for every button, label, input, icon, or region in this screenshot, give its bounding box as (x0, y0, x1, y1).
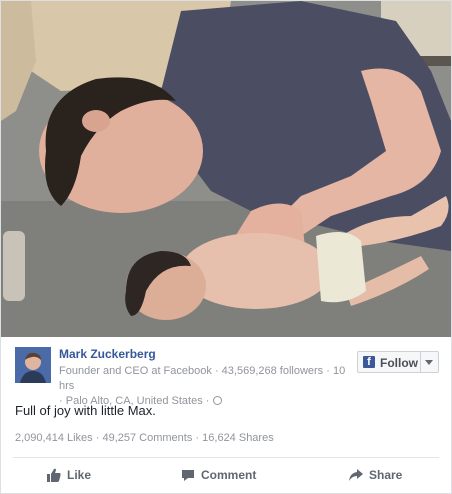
meta-separator: · (214, 365, 222, 377)
comment-button[interactable]: Comment (181, 458, 256, 492)
follower-count: 43,569,268 followers (221, 365, 324, 377)
author-title[interactable]: Founder and CEO at Facebook (59, 365, 212, 377)
share-label: Share (369, 468, 403, 482)
share-button[interactable]: Share (349, 458, 402, 492)
post-stats: 2,090,414 Likes · 49,257 Comments · 16,6… (15, 432, 274, 444)
photo-illustration (1, 1, 451, 337)
author-name[interactable]: Mark Zuckerberg (59, 347, 156, 361)
like-button[interactable]: Like (47, 458, 91, 492)
avatar[interactable] (15, 347, 51, 383)
chevron-down-icon[interactable] (425, 360, 433, 365)
post-photo[interactable] (1, 1, 451, 337)
follow-label: Follow (380, 356, 418, 370)
follow-divider (420, 352, 421, 372)
like-label: Like (67, 468, 92, 482)
post-header: Mark Zuckerberg Founder and CEO at Faceb… (15, 347, 439, 407)
meta-separator: · (326, 365, 333, 377)
comment-bubble-icon (182, 469, 194, 481)
post-card: Mark Zuckerberg Founder and CEO at Faceb… (0, 0, 452, 494)
likes-count[interactable]: 2,090,414 Likes (15, 432, 93, 444)
post-message: Full of joy with little Max. (15, 403, 156, 418)
globe-icon[interactable] (212, 396, 222, 405)
comment-label: Comment (201, 468, 257, 482)
action-bar: Like Comment Share (13, 458, 439, 492)
avatar-image (15, 347, 51, 383)
share-arrow-icon (349, 469, 363, 481)
follow-button[interactable]: f Follow (357, 351, 439, 373)
facebook-f-icon: f (363, 356, 375, 368)
comments-count[interactable]: 49,257 Comments (102, 432, 192, 444)
thumbs-up-icon (47, 468, 61, 482)
meta-separator: · (205, 395, 213, 407)
shares-count[interactable]: 16,624 Shares (202, 432, 274, 444)
